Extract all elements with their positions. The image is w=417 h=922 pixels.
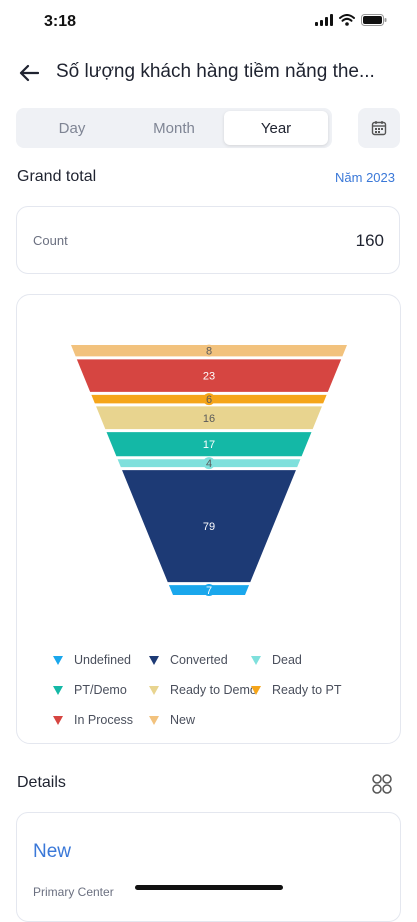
app-header: Số lượng khách hàng tiềm năng the... [0,50,417,96]
funnel-value-label: 6 [206,394,212,406]
legend-label: New [170,713,196,727]
detail-card-title[interactable]: New [33,841,71,863]
wifi-icon [339,14,355,26]
count-card: Count 160 [16,206,400,274]
legend-item-ready-to-demo[interactable]: Ready to Demo [149,683,257,697]
legend-item-dead[interactable]: Dead [251,653,302,667]
back-button[interactable] [14,58,44,88]
detail-card-subtitle: Primary Center [33,885,114,899]
funnel-value-label: 4 [206,458,212,470]
legend-item-new[interactable]: New [149,713,195,727]
tab-day[interactable]: Day [20,111,124,145]
page-title: Số lượng khách hàng tiềm năng the... [56,61,375,82]
legend-item-converted[interactable]: Converted [149,653,228,667]
status-time: 3:18 [44,13,77,30]
legend-row: Undefined Converted Dead [53,645,393,675]
legend-marker-icon [149,715,159,725]
legend-marker-icon [149,685,159,695]
funnel-value-label: 17 [203,439,215,451]
legend-row: PT/Demo Ready to Demo Ready to PT [53,675,393,705]
legend-marker-icon [251,655,261,665]
funnel-value-label: 23 [203,371,215,383]
count-label: Count [33,233,68,248]
battery-icon [361,14,387,26]
tab-month[interactable]: Month [122,111,226,145]
legend-label: In Process [74,713,134,727]
period-label-link[interactable]: Năm 2023 [335,170,395,185]
chart-legend: Undefined Converted Dead PT/Demo Ready to De… [53,645,393,735]
funnel-value-label: 8 [206,346,212,358]
legend-item-undefined[interactable]: Undefined [53,653,131,667]
status-bar: 3:18 [0,0,417,44]
funnel-chart-card: 8 23 6 16 17 4 79 7 Undefined Converted Dead PT/De… [16,294,401,744]
details-title: Details [17,774,66,791]
grand-total-title: Grand total [17,168,97,185]
legend-marker-icon [53,655,63,665]
legend-item-in-process[interactable]: In Process [53,713,133,727]
calendar-button[interactable] [358,108,400,148]
legend-marker-icon [149,655,159,665]
detail-card[interactable]: New Primary Center [16,812,401,922]
period-segmented-control: Day Month Year [16,108,332,148]
signal-icon [315,14,333,26]
legend-label: Ready to PT [272,683,342,697]
legend-marker-icon [53,715,63,725]
legend-marker-icon [251,685,261,695]
count-value: 160 [355,231,384,250]
legend-label: PT/Demo [74,683,127,697]
tab-year[interactable]: Year [224,111,328,145]
funnel-chart: 8 23 6 16 17 4 79 7 [71,344,347,597]
legend-label: Ready to Demo [170,683,257,697]
arrow-left-icon [19,64,39,82]
status-icons [315,14,387,26]
grid-view-button[interactable] [368,770,396,798]
legend-label: Undefined [74,653,131,667]
home-indicator [135,885,283,890]
legend-label: Converted [170,653,228,667]
funnel-value-label: 7 [206,585,212,597]
grid-icon [372,774,392,794]
legend-row: In Process New [53,705,393,735]
legend-label: Dead [272,653,302,667]
legend-item-ready-to-pt[interactable]: Ready to PT [251,683,341,697]
legend-item-pt-demo[interactable]: PT/Demo [53,683,127,697]
calendar-icon [371,121,387,136]
funnel-value-label: 79 [203,521,215,533]
legend-marker-icon [53,685,63,695]
funnel-value-label: 16 [203,413,215,425]
